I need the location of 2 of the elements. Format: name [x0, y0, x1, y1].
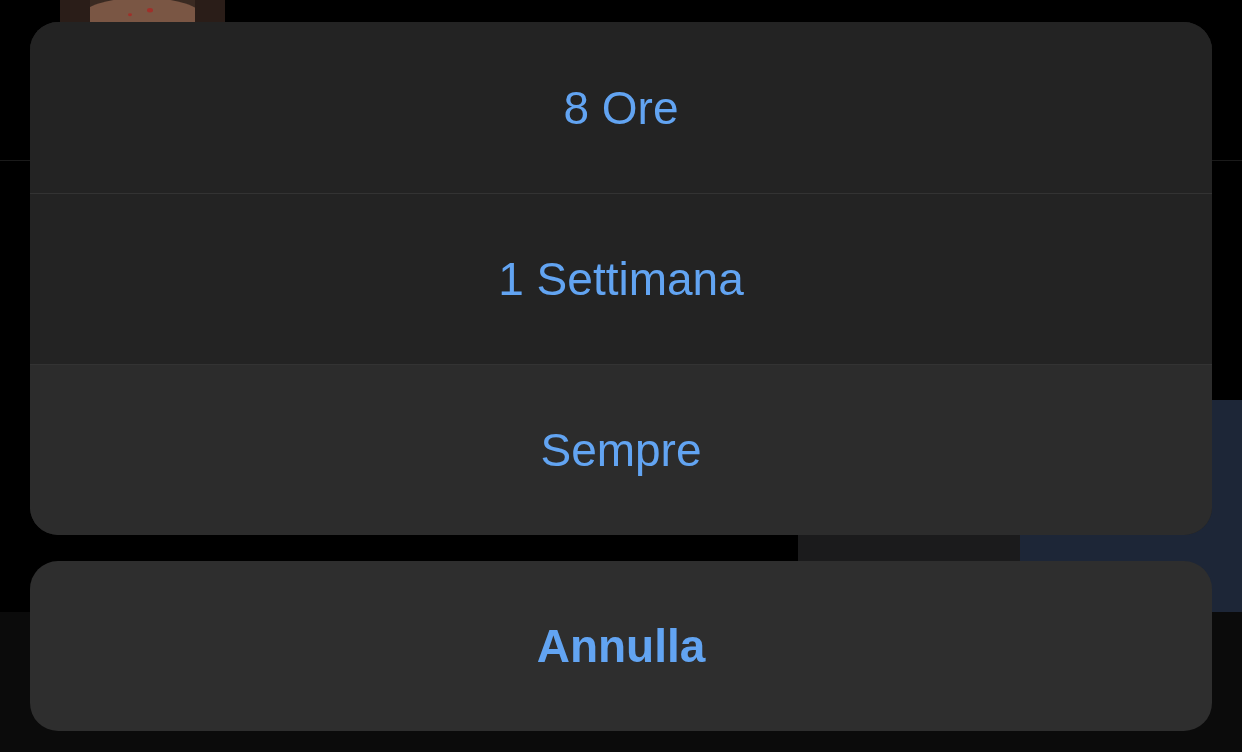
cancel-button[interactable]: Annulla [30, 561, 1212, 731]
action-option[interactable]: Sempre [30, 364, 1212, 535]
